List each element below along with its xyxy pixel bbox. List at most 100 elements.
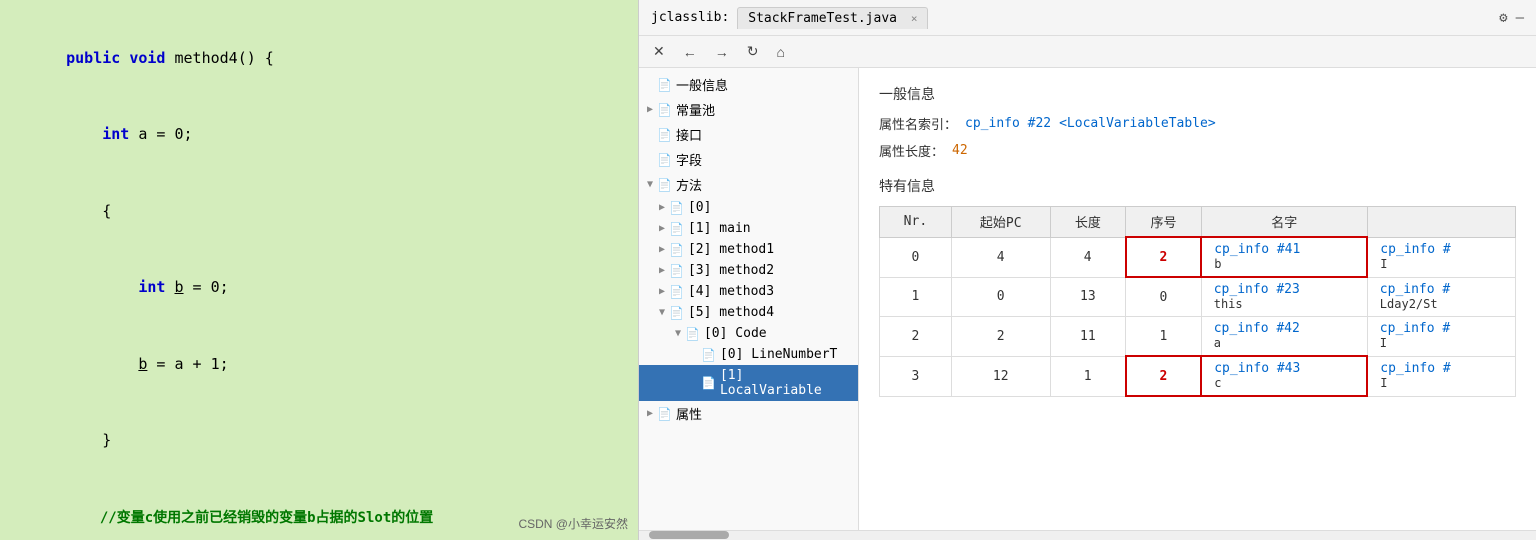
tree-item-attribute[interactable]: ▶ 📄 属性 <box>639 401 858 426</box>
name-sub: c <box>1214 376 1221 390</box>
tree-icon: 📄 <box>669 264 684 278</box>
tree-icon: 📄 <box>657 103 672 117</box>
type-link[interactable]: cp_info # <box>1380 242 1450 257</box>
cell-startpc: 12 <box>951 356 1050 396</box>
var-b-decl: b <box>175 278 184 296</box>
comment-text: //变量c使用之前已经销毁的变量b占据的Slot的位置 <box>66 510 433 526</box>
cell-seq: 2 <box>1126 356 1202 396</box>
home-button[interactable]: ⌂ <box>772 42 788 62</box>
cell-name[interactable]: cp_info #23 this <box>1201 277 1367 317</box>
tree-item-method-2[interactable]: ▶ 📄 [3] method2 <box>639 260 858 281</box>
cell-name[interactable]: cp_info #41 b <box>1201 237 1367 277</box>
tree-label: [1] main <box>688 221 751 236</box>
back-button[interactable]: ← <box>679 42 701 62</box>
close-tab-icon[interactable]: × <box>911 12 918 25</box>
table-row: 0 4 4 2 cp_info #41 b cp_info # I <box>880 237 1516 277</box>
tree-item-method-4-code[interactable]: ▼ 📄 [0] Code <box>639 323 858 344</box>
tree-icon: 📄 <box>657 178 672 192</box>
gear-icon[interactable]: ⚙ <box>1499 10 1507 26</box>
tree-item-field[interactable]: 📄 字段 <box>639 147 858 172</box>
type-int: int <box>102 125 138 143</box>
table-row: 2 2 11 1 cp_info #42 a cp_info # I <box>880 317 1516 357</box>
name-link[interactable]: cp_info #42 <box>1214 321 1300 336</box>
keyword-void: void <box>129 49 174 67</box>
cell-type[interactable]: cp_info # Lday2/St <box>1367 277 1515 317</box>
tree-label: [4] method3 <box>688 284 774 299</box>
close-button[interactable]: ✕ <box>649 41 669 62</box>
minimize-icon[interactable]: — <box>1516 10 1524 26</box>
cell-name[interactable]: cp_info #43 c <box>1201 356 1367 396</box>
tree-arrow <box>691 349 697 360</box>
special-section: 特有信息 Nr. 起始PC 长度 序号 名字 0 <box>879 176 1516 397</box>
tree-item-method-main[interactable]: ▶ 📄 [1] main <box>639 218 858 239</box>
refresh-button[interactable]: ↻ <box>743 41 763 62</box>
tree-label: [0] Code <box>704 326 767 341</box>
type-link[interactable]: cp_info # <box>1380 361 1450 376</box>
tree-item-method[interactable]: ▼ 📄 方法 <box>639 172 858 197</box>
tree-item-method-4-code-localvariable[interactable]: 📄 [1] LocalVariable <box>639 365 858 401</box>
assign-b: = 0; <box>184 278 229 296</box>
cell-length: 4 <box>1050 237 1126 277</box>
tree-icon: 📄 <box>685 327 700 341</box>
cell-type[interactable]: cp_info # I <box>1367 317 1515 357</box>
var-a: a = 0; <box>138 125 192 143</box>
tree-icon: 📄 <box>669 201 684 215</box>
cell-length: 1 <box>1050 356 1126 396</box>
name-link[interactable]: cp_info #41 <box>1214 242 1300 257</box>
tree-item-method-4-code-linenumber[interactable]: 📄 [0] LineNumberT <box>639 344 858 365</box>
code-line-5: b = a + 1; <box>30 326 608 403</box>
tree-icon: 📄 <box>657 78 672 92</box>
tree-arrow: ▶ <box>659 223 665 234</box>
tab-stackframetest[interactable]: StackFrameTest.java × <box>737 7 928 29</box>
code-line-2: int a = 0; <box>30 97 608 174</box>
tree-label: [1] LocalVariable <box>720 368 850 398</box>
attr-length-row: 属性长度： 42 <box>879 141 1516 160</box>
tree-label: [0] LineNumberT <box>720 347 837 362</box>
local-variable-table: Nr. 起始PC 长度 序号 名字 0 4 4 2 cp_info #41 <box>879 206 1516 397</box>
tree-label: 常量池 <box>676 100 715 119</box>
tree-arrow <box>647 129 653 140</box>
tree-item-method-init[interactable]: ▶ 📄 [0] <box>639 197 858 218</box>
name-link[interactable]: cp_info #43 <box>1214 361 1300 376</box>
tree-item-method-3[interactable]: ▶ 📄 [4] method3 <box>639 281 858 302</box>
title-left: jclasslib: StackFrameTest.java × <box>651 7 928 29</box>
tree-label: [0] <box>688 200 711 215</box>
cell-nr: 1 <box>880 277 952 317</box>
type-link[interactable]: cp_info # <box>1380 282 1450 297</box>
cell-nr: 2 <box>880 317 952 357</box>
cell-type[interactable]: cp_info # I <box>1367 356 1515 396</box>
assign-b-2: = a + 1; <box>147 355 228 373</box>
tree-item-interface[interactable]: 📄 接口 <box>639 122 858 147</box>
col-startpc: 起始PC <box>951 207 1050 238</box>
tree-icon: 📄 <box>701 376 716 390</box>
horizontal-scrollbar[interactable] <box>639 530 1536 540</box>
tree-item-constant-pool[interactable]: ▶ 📄 常量池 <box>639 97 858 122</box>
type-sub: Lday2/St <box>1380 297 1438 311</box>
tree-item-method-4[interactable]: ▼ 📄 [5] method4 <box>639 302 858 323</box>
tree-icon: 📄 <box>701 348 716 362</box>
type-int-b: int <box>138 278 174 296</box>
cell-startpc: 4 <box>951 237 1050 277</box>
forward-button[interactable]: → <box>711 42 733 62</box>
cell-nr: 0 <box>880 237 952 277</box>
table-row: 1 0 13 0 cp_info #23 this cp_info # Lday… <box>880 277 1516 317</box>
cell-name[interactable]: cp_info #42 a <box>1201 317 1367 357</box>
type-link[interactable]: cp_info # <box>1380 321 1450 336</box>
code-line-4: int b = 0; <box>30 250 608 327</box>
tree-icon: 📄 <box>669 285 684 299</box>
attr-name-link[interactable]: cp_info #22 <box>965 116 1051 131</box>
tree-label: [5] method4 <box>688 305 774 320</box>
tree-label: 方法 <box>676 175 702 194</box>
col-name: 名字 <box>1201 207 1367 238</box>
tab-filename: StackFrameTest.java <box>748 11 897 26</box>
cell-type[interactable]: cp_info # I <box>1367 237 1515 277</box>
tree-item-method-1[interactable]: ▶ 📄 [2] method1 <box>639 239 858 260</box>
tree-arrow <box>647 79 653 90</box>
type-sub: I <box>1380 376 1387 390</box>
col-type <box>1367 207 1515 238</box>
scrollbar-thumb[interactable] <box>649 531 729 539</box>
tree-item-general-info[interactable]: 📄 一般信息 <box>639 72 858 97</box>
name-link[interactable]: cp_info #23 <box>1214 282 1300 297</box>
tree-arrow: ▶ <box>659 202 665 213</box>
tree-arrow: ▶ <box>647 408 653 419</box>
